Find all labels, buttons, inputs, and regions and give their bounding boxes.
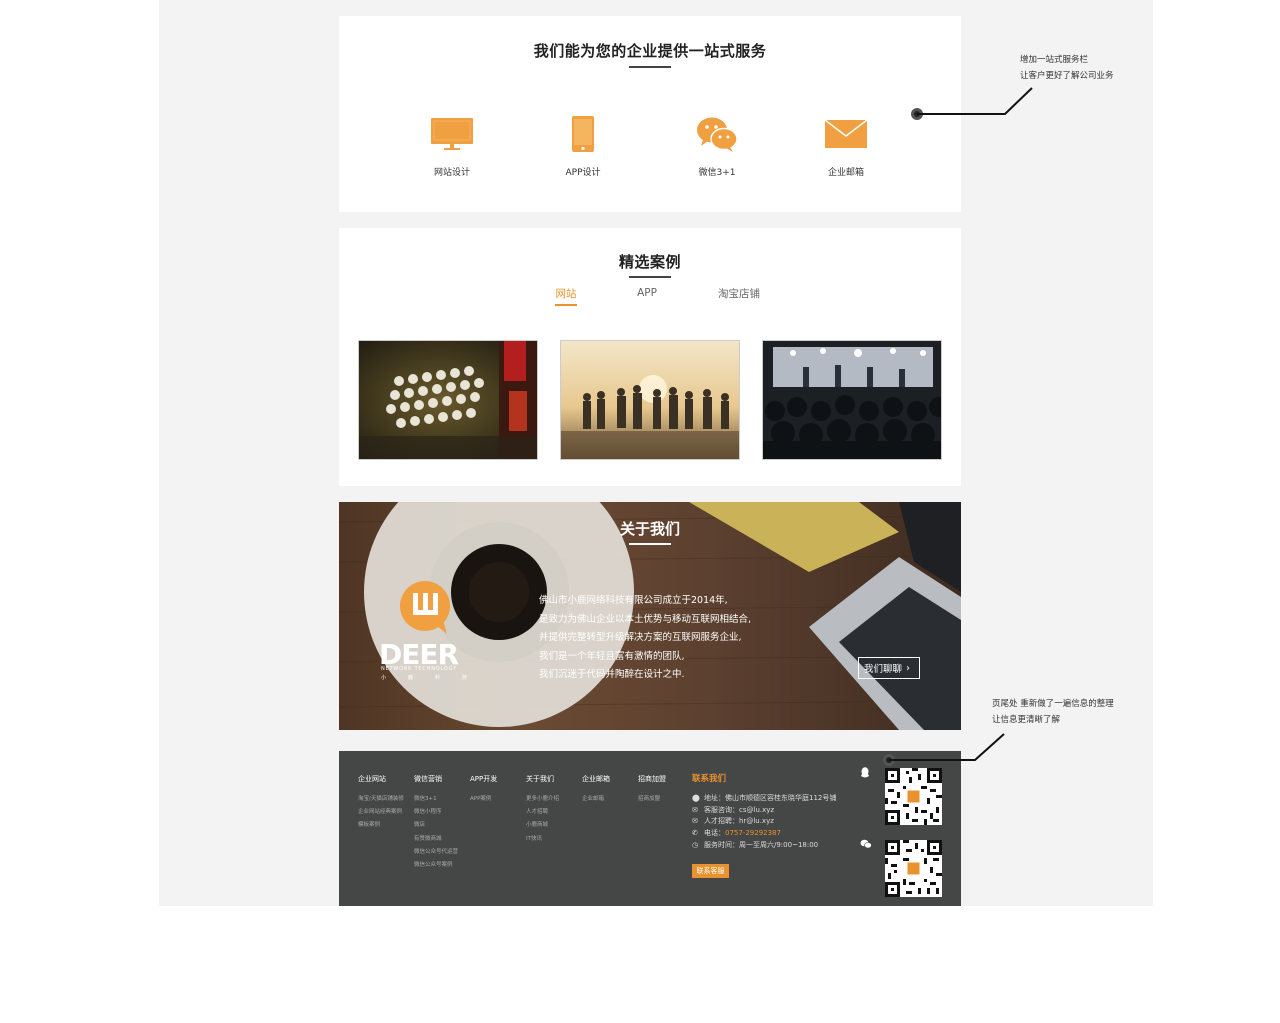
annotation-services: 增加一站式服务栏 让客户更好了解公司业务 bbox=[1020, 55, 1114, 81]
annotation-leader-lines bbox=[883, 87, 1033, 766]
annotation-footer: 页尾处 重新做了一遍信息的整理 让信息更清晰了解 bbox=[992, 699, 1114, 725]
